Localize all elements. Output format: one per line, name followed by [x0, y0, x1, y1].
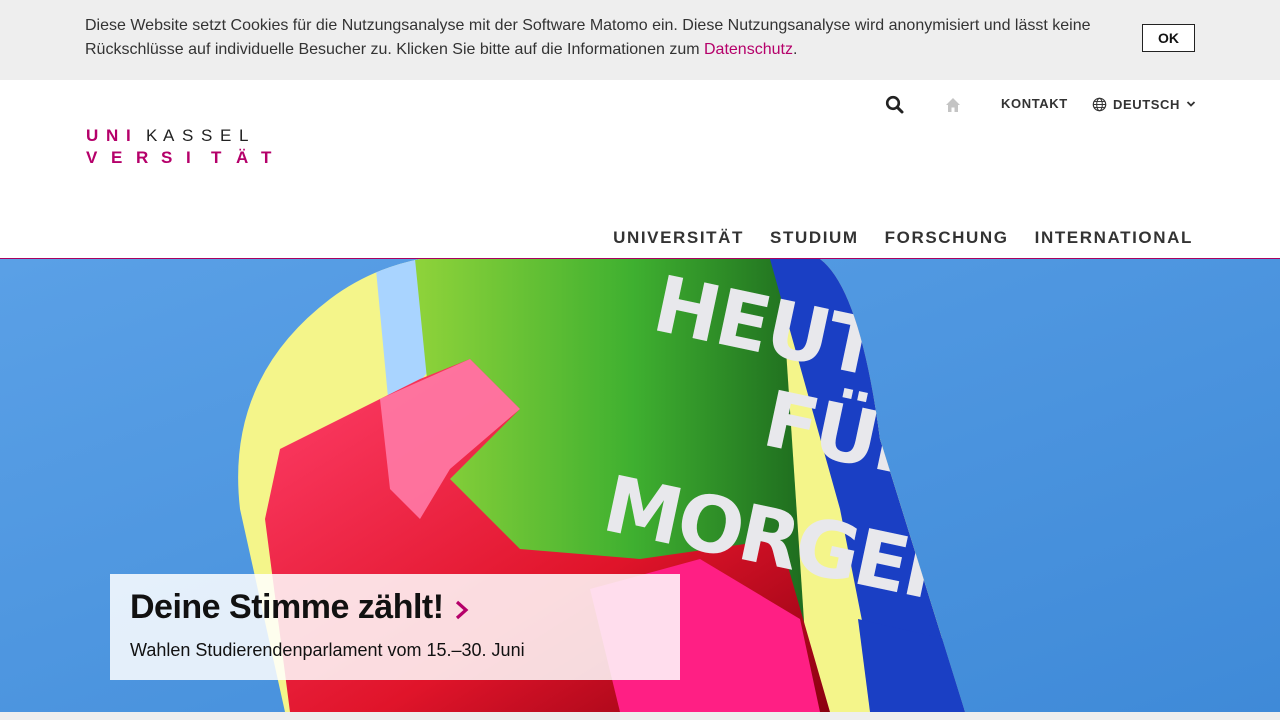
language-selector[interactable]: DEUTSCH [1092, 95, 1196, 113]
main-navigation: UNIVERSITÄT STUDIUM FORSCHUNG INTERNATIO… [613, 228, 1193, 248]
logo-letter: S [201, 126, 213, 145]
cookie-text: Diese Website setzt Cookies für die Nutz… [85, 14, 1105, 62]
logo-row-1: U N I K A S S E L [86, 126, 255, 146]
logo-letter: S [182, 126, 194, 145]
bottom-strip [0, 712, 1280, 720]
logo-letter: L [239, 126, 249, 145]
nav-item-universitaet[interactable]: UNIVERSITÄT [613, 228, 744, 248]
logo-letter: T [211, 148, 222, 167]
home-icon[interactable] [943, 95, 963, 115]
university-logo[interactable]: U N I K A S S E L V E R S I T Ä T [86, 126, 286, 168]
logo-letter: E [220, 126, 232, 145]
cookie-text-end: . [792, 41, 798, 58]
logo-letter: U [86, 126, 99, 145]
globe-icon [1092, 97, 1107, 111]
logo-row-2: V E R S I T Ä T [86, 148, 281, 168]
logo-letter: E [111, 148, 123, 167]
teaser-title[interactable]: Deine Stimme zählt! [130, 588, 470, 627]
logo-letter: R [136, 148, 149, 167]
teaser-title-text: Deine Stimme zählt! [130, 588, 444, 626]
logo-letter: T [261, 148, 272, 167]
teaser-subtitle: Wahlen Studierendenparlament vom 15.–30.… [130, 640, 525, 660]
privacy-link[interactable]: Datenschutz [704, 41, 793, 58]
hero-teaser[interactable]: Deine Stimme zählt! Wahlen Studierendenp… [110, 574, 680, 680]
cookie-text-main: Diese Website setzt Cookies für die Nutz… [85, 17, 1091, 58]
logo-letter: V [86, 148, 98, 167]
search-icon[interactable] [885, 95, 905, 115]
logo-letter: S [161, 148, 173, 167]
cookie-banner: Diese Website setzt Cookies für die Nutz… [0, 0, 1280, 80]
logo-letter: Ä [236, 148, 249, 167]
logo-letter: I [186, 148, 191, 167]
logo-letter: I [126, 126, 131, 145]
contact-link[interactable]: KONTAKT [1001, 96, 1068, 111]
cookie-ok-button[interactable]: OK [1142, 24, 1195, 52]
logo-letter: N [106, 126, 119, 145]
nav-item-forschung[interactable]: FORSCHUNG [885, 228, 1009, 248]
chevron-down-icon [1186, 101, 1196, 107]
logo-letter: A [163, 126, 175, 145]
nav-item-international[interactable]: INTERNATIONAL [1035, 228, 1193, 248]
chevron-right-icon [455, 600, 468, 619]
logo-letter: K [146, 126, 158, 145]
language-label: DEUTSCH [1113, 96, 1181, 112]
site-header: U N I K A S S E L V E R S I T Ä T KONTAK… [0, 80, 1280, 259]
nav-item-studium[interactable]: STUDIUM [770, 228, 859, 248]
